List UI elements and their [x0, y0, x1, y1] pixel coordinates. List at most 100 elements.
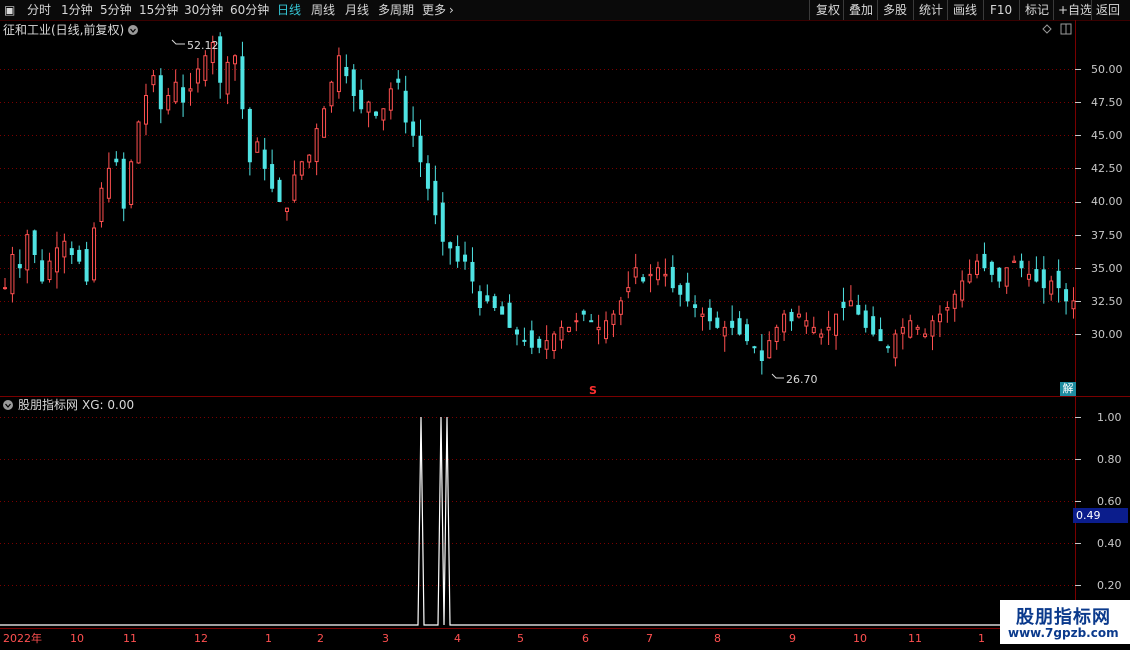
candle-body	[641, 277, 646, 282]
candle-body	[529, 330, 534, 348]
candle-body	[240, 56, 245, 110]
indicator-tick-label: 0.40	[1097, 537, 1122, 550]
time-tick-label: 3	[382, 632, 389, 645]
candle-body	[247, 108, 252, 163]
candle-body	[693, 304, 698, 308]
high-pointer-icon	[171, 39, 185, 45]
candle-body	[92, 227, 97, 281]
candle-body	[470, 261, 475, 282]
candle-body	[544, 340, 549, 350]
candle-body	[314, 128, 319, 163]
watermark-url-text: www.7gpzb.com	[1008, 626, 1119, 640]
candle-body	[589, 320, 594, 323]
candle-body	[611, 313, 616, 325]
indicator-dropdown-icon[interactable]	[3, 400, 13, 410]
candlestick-series	[3, 32, 1076, 375]
candle-body	[670, 266, 675, 289]
candle-body	[618, 300, 623, 315]
time-tick-label: 11	[908, 632, 922, 645]
candle-body	[329, 81, 334, 107]
candle-body	[77, 249, 82, 262]
candle-body	[381, 108, 386, 121]
candle-body	[32, 230, 37, 255]
candle-body	[351, 69, 356, 96]
diamond-icon[interactable]	[1042, 24, 1052, 34]
candle-body	[834, 313, 839, 336]
low-price-label: 26.70	[786, 373, 818, 386]
candle-body	[514, 329, 519, 335]
candle-body	[626, 287, 631, 293]
candle-body	[262, 149, 267, 169]
candle-body	[463, 254, 468, 262]
signal-s-marker[interactable]: S	[589, 384, 597, 397]
candle-body	[811, 326, 816, 334]
candle-body	[752, 346, 757, 349]
candle-body	[403, 90, 408, 123]
indicator-current-value-badge: 0.49	[1073, 508, 1128, 523]
candle-body	[782, 313, 787, 333]
candle-body	[960, 280, 965, 301]
candle-body	[596, 326, 601, 331]
candle-body	[1041, 269, 1046, 289]
time-tick-label: 11	[123, 632, 137, 645]
candle-body	[396, 78, 401, 83]
candle-body	[255, 141, 260, 153]
candle-body	[1064, 289, 1069, 302]
candle-body	[477, 291, 482, 308]
candle-body	[819, 333, 824, 338]
candle-body	[982, 253, 987, 269]
candle-body	[871, 316, 876, 335]
candle-body	[388, 88, 393, 111]
time-axis: 2022年 10 11 12 1 2 3 4 5 6 7 8 9 10 11 1	[3, 631, 985, 645]
candle-body	[893, 333, 898, 359]
candle-body	[195, 68, 200, 84]
candle-body	[166, 95, 171, 111]
candle-body	[336, 55, 341, 93]
candle-body	[1019, 260, 1024, 269]
candle-body	[507, 302, 512, 328]
time-tick-label: 2022年	[3, 631, 42, 645]
candle-body	[188, 88, 193, 92]
price-axis-labels: 50.00 47.50 45.00 42.50 40.00 37.50 35.0…	[1091, 63, 1123, 341]
candle-body	[937, 313, 942, 323]
candle-body	[930, 320, 935, 337]
unlock-badge[interactable]: 解	[1060, 382, 1076, 396]
title-dropdown-icon[interactable]	[128, 25, 138, 35]
indicator-tick-label: 1.00	[1097, 411, 1122, 424]
indicator-tick-label: 0.20	[1097, 579, 1122, 592]
candle-body	[492, 296, 497, 308]
candle-body	[759, 350, 764, 361]
candle-body	[99, 187, 104, 222]
candle-body	[655, 267, 660, 281]
candle-body	[863, 310, 868, 328]
stock-chart: 50.00 47.50 45.00 42.50 40.00 37.50 35.0…	[0, 20, 1130, 645]
candle-body	[745, 324, 749, 342]
indicator-title: 股朋指标网	[18, 397, 78, 412]
high-price-label: 52.12	[187, 39, 219, 52]
candle-body	[292, 174, 297, 201]
time-tick-label: 6	[582, 632, 589, 645]
candle-body	[418, 135, 423, 163]
candle-body	[1012, 260, 1017, 263]
candle-body	[826, 326, 831, 331]
time-tick-label: 10	[70, 632, 84, 645]
candle-body	[359, 89, 364, 110]
time-tick-label: 9	[789, 632, 796, 645]
candle-body	[722, 326, 727, 337]
candle-body	[997, 267, 1002, 282]
candle-body	[678, 285, 683, 295]
price-panel-title: 征和工业(日线,前复权)	[3, 22, 124, 37]
candle-body	[277, 179, 282, 202]
candle-body	[114, 158, 119, 163]
candle-body	[10, 254, 15, 295]
low-pointer-icon	[771, 373, 784, 379]
candle-body	[440, 202, 445, 242]
price-tick-label: 30.00	[1091, 328, 1123, 341]
candle-body	[633, 267, 638, 278]
candle-body	[411, 121, 416, 136]
candle-body	[908, 320, 913, 338]
candle-body	[663, 273, 668, 277]
candle-body	[841, 301, 846, 308]
time-tick-label: 1	[978, 632, 985, 645]
candle-body	[143, 95, 148, 125]
